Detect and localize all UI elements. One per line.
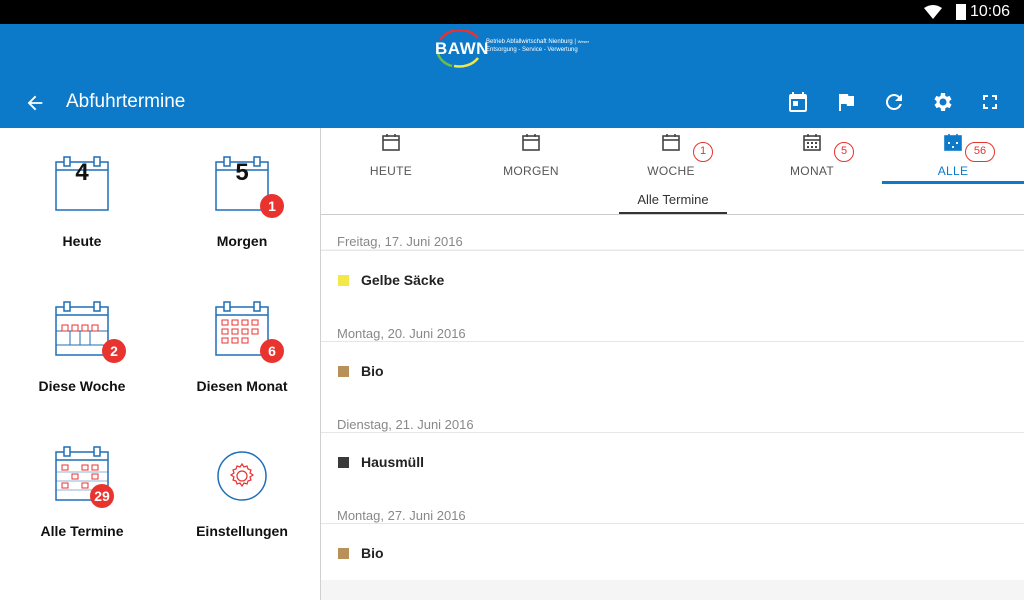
tab-badge: 56 xyxy=(965,142,995,162)
calendar-all-small-icon xyxy=(944,134,962,151)
settings-icon[interactable] xyxy=(930,90,954,114)
tab-alle[interactable]: 56 ALLE xyxy=(883,128,1023,184)
logo-word: BAWN xyxy=(435,39,489,58)
calendar-icon xyxy=(382,134,400,151)
tile-heute[interactable]: 4 Heute xyxy=(2,138,162,278)
tab-label: WOCHE xyxy=(647,164,695,178)
tile-morgen[interactable]: 5 1 Morgen xyxy=(162,138,322,278)
list-item[interactable]: Bio xyxy=(321,341,1024,398)
tile-diese-woche[interactable]: 2 Diese Woche xyxy=(2,283,162,423)
waste-color-swatch xyxy=(338,457,349,468)
tab-label: HEUTE xyxy=(369,164,413,178)
status-time: 10:06 xyxy=(969,3,1010,20)
battery-icon xyxy=(956,4,966,20)
tile-label: Alle Termine xyxy=(40,523,124,539)
tile-day-number: 5 xyxy=(235,159,249,186)
list-item[interactable]: Bio xyxy=(321,523,1024,580)
flag-icon[interactable] xyxy=(834,90,858,114)
tab-label: MORGEN xyxy=(503,164,559,178)
tile-label: Diese Woche xyxy=(38,378,126,394)
tile-label: Heute xyxy=(62,233,102,249)
waste-color-swatch xyxy=(338,366,349,377)
tab-badge: 1 xyxy=(693,142,713,162)
bawn-logo: BAWN Betrieb Abfallwirtschaft Nienburg |… xyxy=(432,30,602,68)
fullscreen-icon[interactable] xyxy=(978,90,1002,114)
settings-gear-icon xyxy=(217,451,267,501)
tab-label: MONAT xyxy=(790,164,834,178)
date-header: Freitag, 17. Juni 2016 xyxy=(321,215,1024,249)
waste-color-swatch xyxy=(338,548,349,559)
calendar-icon xyxy=(662,134,680,151)
tab-badge: 5 xyxy=(834,142,854,162)
tab-label: ALLE xyxy=(937,164,969,178)
waste-type: Gelbe Säcke xyxy=(361,272,445,288)
waste-type: Hausmüll xyxy=(361,454,425,470)
calendar-icon xyxy=(522,134,540,151)
tile-label: Einstellungen xyxy=(196,523,288,539)
tile-badge: 2 xyxy=(102,339,126,363)
logo-tagline: Betrieb Abfallwirtschaft Nienburg | Wese… xyxy=(486,39,590,53)
calendar-month-small-icon xyxy=(803,134,821,151)
waste-type: Bio xyxy=(361,363,384,379)
date-header: Dienstag, 21. Juni 2016 xyxy=(321,398,1024,432)
tile-day-number: 4 xyxy=(75,159,89,186)
tab-monat[interactable]: 5 MONAT xyxy=(742,128,882,184)
dashboard-panel: 4 Heute 5 1 Morgen 2 Diese Woche 6 Diese… xyxy=(0,128,320,600)
list-item[interactable]: Gelbe Säcke xyxy=(321,250,1024,307)
tab-morgen[interactable]: MORGEN xyxy=(461,128,601,184)
calendar-today-icon[interactable] xyxy=(786,90,810,114)
back-arrow-icon[interactable] xyxy=(24,92,46,114)
tile-label: Diesen Monat xyxy=(196,378,288,394)
tile-badge: 29 xyxy=(90,484,114,508)
page-title: Abfuhrtermine xyxy=(66,91,186,112)
tile-badge: 6 xyxy=(260,339,284,363)
date-header: Montag, 20. Juni 2016 xyxy=(321,307,1024,341)
subtab-alle-termine[interactable]: Alle Termine xyxy=(619,192,727,214)
tab-woche[interactable]: 1 WOCHE xyxy=(601,128,741,184)
tile-einstellungen[interactable]: Einstellungen xyxy=(162,428,322,568)
list-item[interactable]: Hausmüll xyxy=(321,432,1024,489)
wifi-icon xyxy=(924,5,942,19)
app-bar: BAWN Betrieb Abfallwirtschaft Nienburg |… xyxy=(0,24,1024,128)
tile-diesen-monat[interactable]: 6 Diesen Monat xyxy=(162,283,322,423)
refresh-icon[interactable] xyxy=(882,90,906,114)
tab-heute[interactable]: HEUTE xyxy=(321,128,461,184)
pickup-list: Freitag, 17. Juni 2016 Gelbe Säcke Monta… xyxy=(321,215,1024,600)
filter-tabs: HEUTE MORGEN 1 WOCHE 5 MONAT 56 ALLE xyxy=(321,128,1024,184)
waste-color-swatch xyxy=(338,275,349,286)
date-header: Montag, 27. Juni 2016 xyxy=(321,489,1024,523)
tile-alle-termine[interactable]: 29 Alle Termine xyxy=(2,428,162,568)
tile-badge: 1 xyxy=(260,194,284,218)
status-bar: 10:06 xyxy=(0,0,1024,24)
waste-type: Bio xyxy=(361,545,384,561)
tab-indicator xyxy=(882,181,1024,184)
tile-label: Morgen xyxy=(216,233,268,249)
